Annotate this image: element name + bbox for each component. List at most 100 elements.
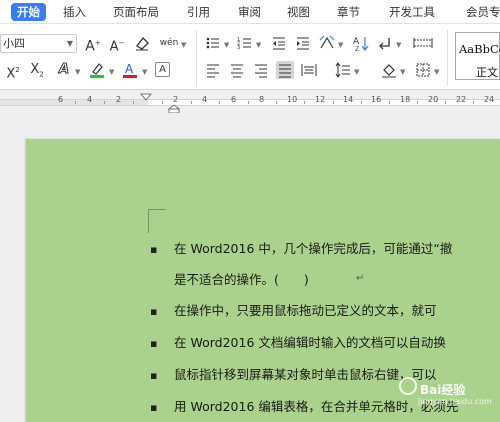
ruler-number: 6 bbox=[58, 95, 64, 104]
chevron-down-icon[interactable]: ▼ bbox=[142, 68, 147, 76]
style-name: 正文 bbox=[476, 66, 498, 79]
sort-icon[interactable]: AZ bbox=[352, 34, 370, 52]
text-effect-icon[interactable]: A bbox=[55, 61, 73, 79]
char-border-icon[interactable]: A bbox=[155, 62, 170, 77]
align-center-icon[interactable] bbox=[228, 61, 246, 79]
tab-references[interactable]: 引用 bbox=[187, 3, 210, 21]
ruler-number: 14 bbox=[343, 95, 354, 104]
paragraph-text[interactable]: 是不适合的操作。( ) bbox=[174, 272, 309, 288]
ruler-number: 8 bbox=[259, 95, 265, 104]
paragraph-mark-icon: ▪ bbox=[150, 305, 158, 318]
ruler-number: 2 bbox=[116, 95, 122, 104]
ruler-number: 16 bbox=[371, 95, 382, 104]
svg-text:Z: Z bbox=[355, 46, 359, 52]
paragraph-mark-icon: ▪ bbox=[150, 243, 158, 256]
align-right-icon[interactable] bbox=[252, 61, 270, 79]
chevron-down-icon[interactable]: ▼ bbox=[434, 68, 439, 76]
ruler-tick bbox=[219, 101, 220, 104]
decrease-indent-icon[interactable] bbox=[270, 34, 288, 52]
ruler-tick bbox=[191, 101, 192, 104]
paragraph-text[interactable]: 在操作中，只要用鼠标拖动已定义的文本，就可 bbox=[174, 303, 437, 319]
numbered-list-icon[interactable]: 123 bbox=[236, 34, 254, 52]
ruler-number: 6 bbox=[231, 95, 237, 104]
increase-indent-icon[interactable] bbox=[294, 34, 312, 52]
shading-icon[interactable] bbox=[380, 61, 398, 79]
paragraph-mark-icon: ▪ bbox=[150, 369, 158, 382]
highlight-icon[interactable] bbox=[88, 61, 106, 79]
grow-font-icon[interactable]: A+ bbox=[84, 34, 102, 54]
watermark-text: Bai经验 bbox=[420, 383, 466, 397]
distributed-align-icon[interactable] bbox=[300, 61, 318, 79]
ruler-tick bbox=[104, 101, 105, 104]
ruler-tick bbox=[417, 101, 418, 104]
margin-corner-mark bbox=[148, 209, 149, 233]
ruler-number: 4 bbox=[202, 95, 208, 104]
ribbon-toolbar: 小四 ▼ A+ A− wén ▼ X2 X2 A ▼ ▼ A ▼ A ▼ 123… bbox=[0, 24, 500, 90]
style-preview: AaBbCcDd bbox=[459, 42, 500, 56]
phonetic-guide-icon[interactable]: wén bbox=[158, 34, 180, 52]
ruler-tick bbox=[248, 101, 249, 104]
ruler-number: 22 bbox=[456, 95, 467, 104]
ruler-tick bbox=[361, 101, 362, 104]
svg-text:A: A bbox=[125, 62, 134, 76]
ruler-tick bbox=[276, 101, 277, 104]
paragraph-text[interactable]: 在 Word2016 中，几个操作完成后，可能通过“撤 bbox=[174, 241, 452, 257]
tab-view[interactable]: 视图 bbox=[287, 3, 310, 21]
tab-review[interactable]: 审阅 bbox=[238, 3, 261, 21]
font-color-icon[interactable]: A bbox=[121, 61, 139, 79]
chevron-down-icon[interactable]: ▼ bbox=[400, 68, 405, 76]
paragraph-mark-icon: ▪ bbox=[150, 337, 158, 350]
ruler-tick bbox=[75, 101, 76, 104]
table-borders-icon[interactable] bbox=[412, 34, 434, 52]
ruler-number: 12 bbox=[315, 95, 326, 104]
tab-chapter[interactable]: 章节 bbox=[337, 3, 360, 21]
ribbon-divider bbox=[196, 30, 197, 86]
bullet-list-icon[interactable] bbox=[204, 34, 222, 52]
horizontal-ruler[interactable]: 6 4 2 2 4 6 8 10 12 14 16 18 20 22 24 bbox=[0, 91, 500, 114]
ruler-tick bbox=[304, 101, 305, 104]
ruler-tick bbox=[162, 101, 163, 104]
style-gallery-normal[interactable]: AaBbCcDd 正文 bbox=[455, 32, 500, 80]
chevron-down-icon[interactable]: ▼ bbox=[181, 41, 186, 49]
ruler-tick bbox=[333, 101, 334, 104]
paragraph-text[interactable]: 在 Word2016 文档编辑时输入的文档可以自动换 bbox=[174, 335, 446, 351]
shrink-font-icon[interactable]: A− bbox=[108, 34, 126, 54]
tab-insert[interactable]: 插入 bbox=[63, 3, 86, 21]
font-size-select[interactable]: 小四 ▼ bbox=[0, 34, 77, 53]
chevron-down-icon[interactable]: ▼ bbox=[224, 41, 229, 49]
ruler-number: 18 bbox=[400, 95, 411, 104]
chevron-down-icon: ▼ bbox=[66, 39, 73, 48]
superscript-icon[interactable]: X2 bbox=[4, 61, 22, 81]
tab-developer-tools[interactable]: 开发工具 bbox=[389, 3, 435, 21]
return-mark-icon: ↵ bbox=[356, 273, 365, 284]
line-spacing-icon[interactable] bbox=[334, 61, 352, 79]
paragraph-mark-icon: ▪ bbox=[150, 401, 158, 414]
margin-corner-mark bbox=[149, 209, 166, 210]
ribbon-divider bbox=[447, 30, 448, 86]
chevron-down-icon[interactable]: ▼ bbox=[256, 41, 261, 49]
font-size-value: 小四 bbox=[3, 37, 25, 50]
clear-format-icon[interactable] bbox=[133, 34, 151, 52]
ruler-tick bbox=[133, 101, 134, 104]
ruler-number: 20 bbox=[428, 95, 439, 104]
tab-home[interactable]: 开始 bbox=[11, 3, 46, 21]
ruler-tick bbox=[389, 101, 390, 104]
tab-member[interactable]: 会员专 bbox=[466, 3, 500, 21]
ruler-tick bbox=[445, 101, 446, 104]
borders-icon[interactable] bbox=[414, 61, 432, 79]
chinese-layout-icon[interactable] bbox=[318, 34, 336, 52]
chevron-down-icon[interactable]: ▼ bbox=[338, 41, 343, 49]
subscript-icon[interactable]: X2 bbox=[28, 61, 46, 79]
ruler-tick bbox=[473, 101, 474, 104]
show-marks-icon[interactable] bbox=[376, 34, 394, 52]
chevron-down-icon[interactable]: ▼ bbox=[75, 68, 80, 76]
align-left-icon[interactable] bbox=[204, 61, 222, 79]
chevron-down-icon[interactable]: ▼ bbox=[109, 68, 114, 76]
justify-icon[interactable] bbox=[276, 61, 294, 79]
first-line-indent-marker[interactable] bbox=[140, 93, 152, 101]
chevron-down-icon[interactable]: ▼ bbox=[354, 68, 359, 76]
chevron-down-icon[interactable]: ▼ bbox=[396, 41, 401, 49]
tab-page-layout[interactable]: 页面布局 bbox=[113, 3, 159, 21]
svg-text:3: 3 bbox=[237, 45, 240, 51]
ruler-number: 2 bbox=[173, 95, 179, 104]
